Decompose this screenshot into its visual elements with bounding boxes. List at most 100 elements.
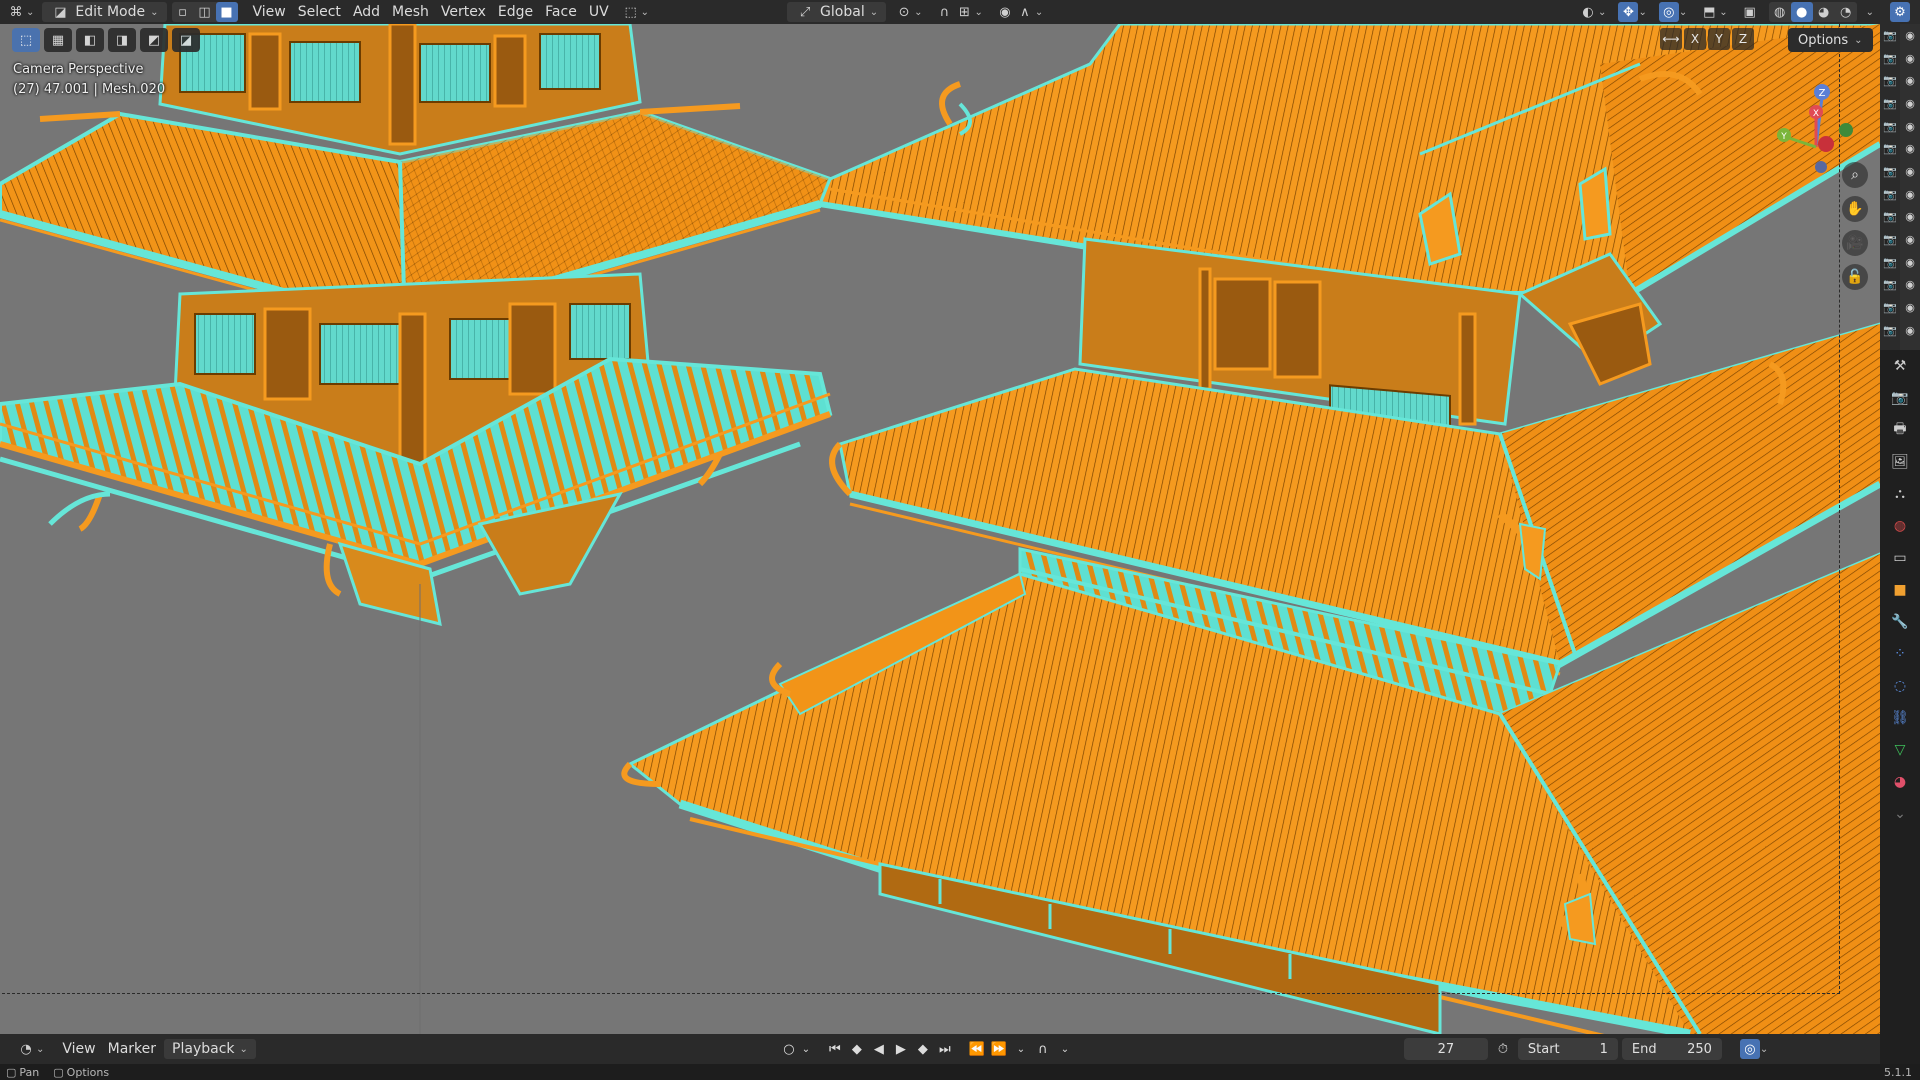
mirror-z[interactable]: Z	[1732, 28, 1754, 50]
shading-dropdown[interactable]: ⌄	[1860, 1, 1880, 23]
camera-icon[interactable]: 📷	[1880, 160, 1900, 183]
lock-icon[interactable]: 🔓	[1842, 264, 1868, 290]
mesh-edit-overlays[interactable]: ⬒ ⌄	[1693, 1, 1733, 23]
collection-icon[interactable]: ▭	[1880, 542, 1920, 574]
camera-icon[interactable]: 📷	[1880, 206, 1900, 229]
view-layer-icon[interactable]: 🖼	[1880, 446, 1920, 478]
active-tool-icon[interactable]: ⚒	[1880, 350, 1920, 382]
options-dropdown[interactable]: Options ⌄	[1788, 28, 1873, 52]
solid-shading-icon[interactable]: ●	[1790, 2, 1813, 22]
menu-view[interactable]: View	[247, 1, 292, 23]
constraints-icon[interactable]: ⛓	[1880, 702, 1920, 734]
object-icon[interactable]: ■	[1880, 574, 1920, 606]
select-tool-icon[interactable]: ⬚	[12, 28, 40, 52]
camera-icon[interactable]: 📷	[1880, 137, 1900, 160]
mirror-y[interactable]: Y	[1708, 28, 1730, 50]
next-keyframe-icon[interactable]: ◆	[912, 1038, 934, 1060]
camera-icon[interactable]: 📷	[1880, 228, 1900, 251]
mirror-toggle-icon[interactable]: ⟷	[1660, 28, 1682, 50]
camera-icon[interactable]: 📷	[1880, 92, 1900, 115]
camera-icon[interactable]: 📷	[1880, 115, 1900, 138]
jump-start-icon[interactable]: ⏮	[824, 1038, 846, 1060]
physics-icon[interactable]: ◌	[1880, 670, 1920, 702]
pivot-dropdown[interactable]: ⊙ ⌄	[888, 1, 928, 23]
eye-icon[interactable]: ◉	[1900, 251, 1920, 274]
select-intersect-icon[interactable]: ◪	[172, 28, 200, 52]
end-frame-field[interactable]: End 250	[1621, 1038, 1722, 1060]
eye-icon[interactable]: ◉	[1900, 160, 1920, 183]
menu-select[interactable]: Select	[292, 1, 347, 23]
select-new-icon[interactable]: ▦	[44, 28, 72, 52]
menu-vertex[interactable]: Vertex	[435, 1, 492, 23]
face-select-icon[interactable]: ■	[215, 2, 238, 22]
pan-hand-icon[interactable]: ✋	[1842, 196, 1868, 222]
auto-keying-icon[interactable]: ∩	[1032, 1038, 1054, 1060]
play-reverse-icon[interactable]: ◀	[868, 1038, 890, 1060]
snap-group[interactable]: ∩ ⊞ ⌄	[929, 1, 989, 23]
properties-editor-icon[interactable]: ⚙	[1890, 2, 1910, 22]
eye-icon[interactable]: ◉	[1900, 69, 1920, 92]
world-icon[interactable]: ◍	[1880, 510, 1920, 542]
menu-face[interactable]: Face	[539, 1, 583, 23]
editor-type-selector[interactable]: ⌘ ⌄	[0, 1, 40, 23]
eye-icon[interactable]: ◉	[1900, 24, 1920, 47]
transform-orientation-dropdown[interactable]: ⤢ Global ⌄	[787, 2, 887, 22]
material-shading-icon[interactable]: ◕	[1813, 2, 1835, 22]
auto-keying-dropdown-icon[interactable]: ⌄	[1054, 1038, 1076, 1060]
menu-add[interactable]: Add	[347, 1, 386, 23]
timeline-menu-view[interactable]: View	[56, 1038, 101, 1060]
visibility-dropdown[interactable]: ◐ ⌄	[1572, 1, 1612, 23]
timeline-editor-type[interactable]: ◔ ⌄	[10, 1038, 50, 1060]
gizmo-neg-x-icon[interactable]	[1818, 136, 1834, 152]
eye-icon[interactable]: ◉	[1900, 274, 1920, 297]
render-icon[interactable]: 📷	[1880, 382, 1920, 414]
camera-icon[interactable]: 📷	[1880, 69, 1900, 92]
mode-selector[interactable]: ◪ Edit Mode ⌄	[42, 2, 167, 22]
proportional-edit[interactable]: ◉ ∧ ⌄	[989, 1, 1049, 23]
select-subtract-icon[interactable]: ◨	[108, 28, 136, 52]
camera-icon[interactable]: 📷	[1880, 47, 1900, 70]
prev-keyframe-icon[interactable]: ◆	[846, 1038, 868, 1060]
zoom-icon[interactable]: ⌕	[1842, 162, 1868, 188]
xray-toggle[interactable]: ▣	[1734, 1, 1766, 23]
camera-view-icon[interactable]: 🎥	[1842, 230, 1868, 256]
select-invert-icon[interactable]: ◩	[140, 28, 168, 52]
timeline-menu-marker[interactable]: Marker	[102, 1038, 162, 1060]
mesh-data-icon[interactable]: ▽	[1880, 734, 1920, 766]
texture-icon[interactable]: ⌄	[1880, 798, 1920, 830]
timeline-view-options[interactable]: ◎ ⌄	[1734, 1038, 1774, 1060]
particles-icon[interactable]: ⁘	[1880, 638, 1920, 670]
camera-icon[interactable]: 📷	[1880, 24, 1900, 47]
output-icon[interactable]: 🖶	[1880, 414, 1920, 446]
gizmo-toggle[interactable]: ✥ ⌄	[1612, 1, 1652, 23]
scene-icon[interactable]: ⛬	[1880, 478, 1920, 510]
camera-icon[interactable]: 📷	[1880, 274, 1900, 297]
eye-icon[interactable]: ◉	[1900, 296, 1920, 319]
camera-icon[interactable]: 📷	[1880, 183, 1900, 206]
next-frame-icon[interactable]: ⏩	[988, 1038, 1010, 1060]
record-icon[interactable]: ○	[778, 1038, 800, 1060]
eye-icon[interactable]: ◉	[1900, 228, 1920, 251]
play-icon[interactable]: ▶	[890, 1038, 912, 1060]
rendered-shading-icon[interactable]: ◔	[1835, 2, 1857, 22]
select-extend-icon[interactable]: ◧	[76, 28, 104, 52]
menu-edge[interactable]: Edge	[492, 1, 539, 23]
material-icon[interactable]: ◕	[1880, 766, 1920, 798]
camera-icon[interactable]: 📷	[1880, 319, 1900, 342]
overlays-toggle[interactable]: ◎ ⌄	[1653, 1, 1693, 23]
prev-frame-icon[interactable]: ⏪	[966, 1038, 988, 1060]
menu-uv[interactable]: UV	[583, 1, 615, 23]
eye-icon[interactable]: ◉	[1900, 92, 1920, 115]
stopwatch-icon[interactable]: ⏱	[1492, 1038, 1514, 1060]
keying-dropdown-icon[interactable]: ⌄	[800, 1038, 812, 1060]
camera-icon[interactable]: 📷	[1880, 251, 1900, 274]
eye-icon[interactable]: ◉	[1900, 47, 1920, 70]
start-frame-field[interactable]: Start 1	[1517, 1038, 1618, 1060]
menu-mesh[interactable]: Mesh	[386, 1, 435, 23]
mirror-x[interactable]: X	[1684, 28, 1706, 50]
eye-icon[interactable]: ◉	[1900, 206, 1920, 229]
modifier-wrench-icon[interactable]: 🔧	[1880, 606, 1920, 638]
gizmo-neg-y-icon[interactable]	[1839, 123, 1853, 137]
eye-icon[interactable]: ◉	[1900, 183, 1920, 206]
uv-extra-dropdown[interactable]: ⬚ ⌄	[615, 1, 655, 23]
